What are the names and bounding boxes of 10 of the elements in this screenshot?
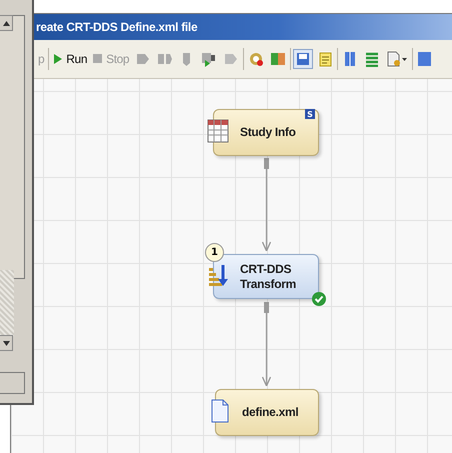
process-node[interactable]: CRT-DDS Transform bbox=[213, 254, 319, 299]
run-button[interactable]: Run bbox=[51, 52, 90, 66]
node-badge: S bbox=[305, 109, 315, 119]
process-node[interactable]: Study Info S bbox=[213, 109, 319, 156]
process-node[interactable]: define.xml bbox=[215, 389, 319, 436]
window-title: reate CRT-DDS Define.xml file bbox=[36, 20, 198, 34]
node-label: CRT-DDS Transform bbox=[240, 262, 297, 292]
step-number: 1 bbox=[205, 243, 224, 262]
node-label: Study Info bbox=[240, 125, 297, 140]
node-label: define.xml bbox=[242, 405, 300, 420]
